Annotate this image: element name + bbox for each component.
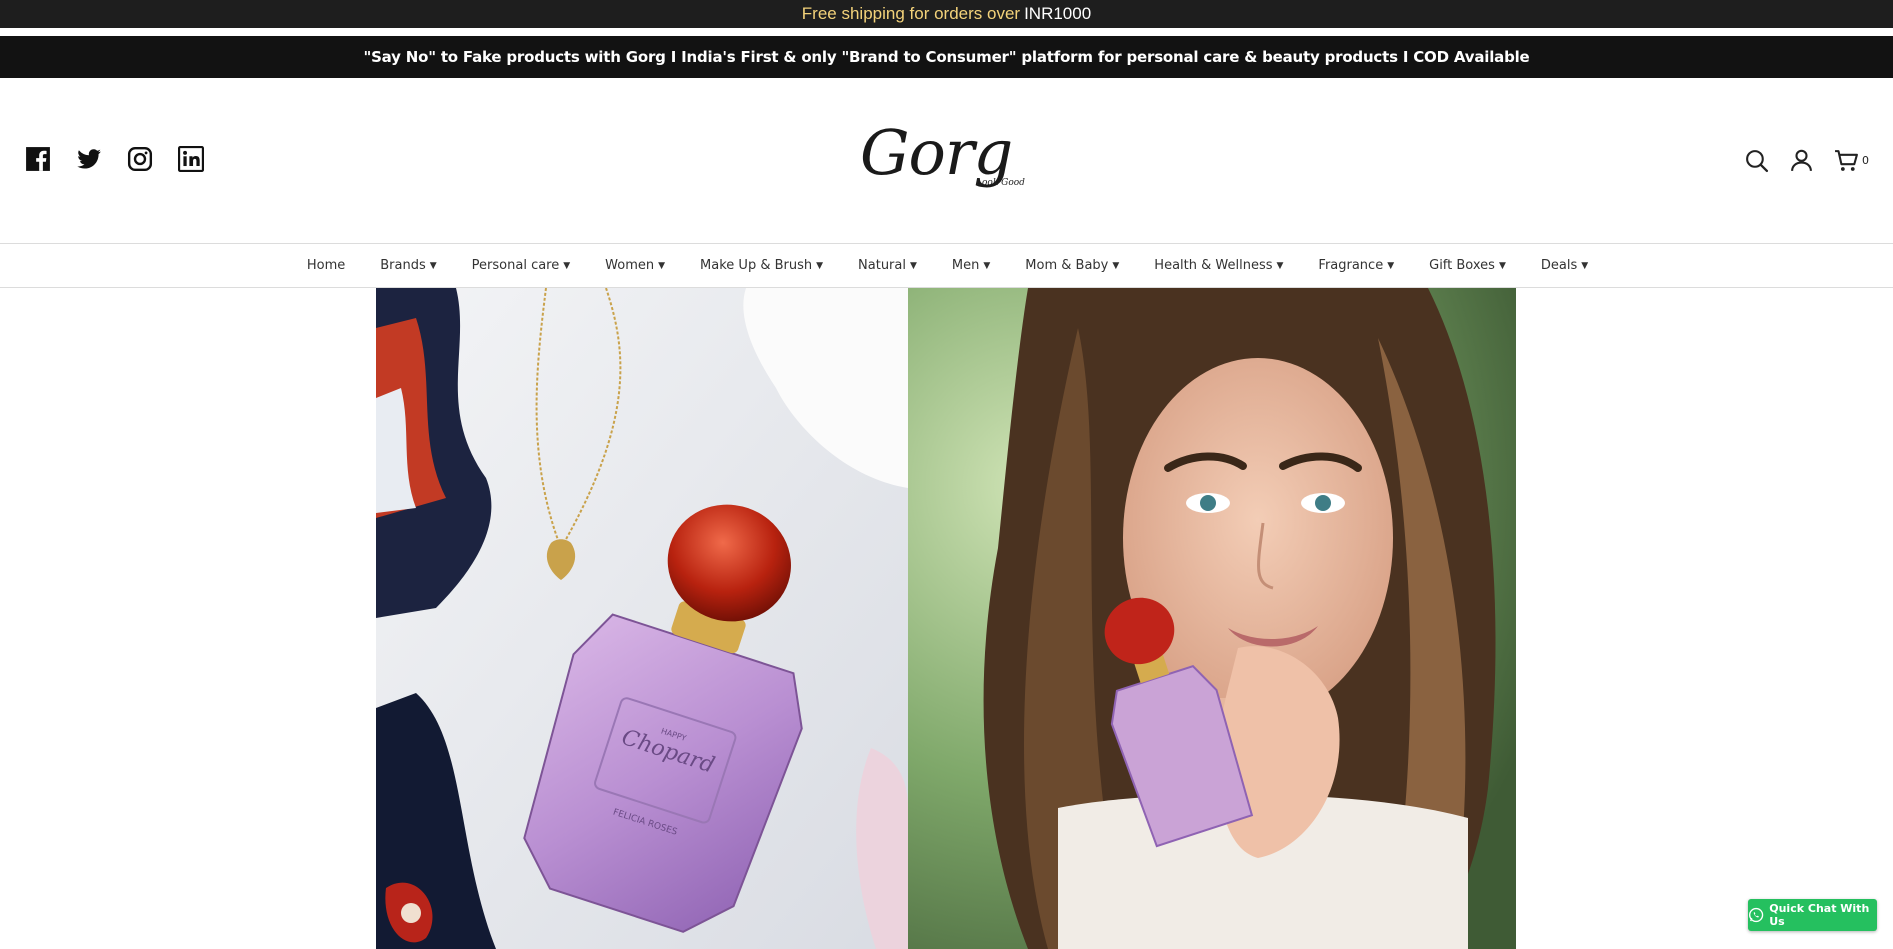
nav-item-home[interactable]: Home (307, 258, 345, 273)
nav-item-label: Deals (1540, 258, 1578, 273)
nav-item-label: Health & Wellness (1154, 258, 1273, 273)
hero-model-image (908, 288, 1516, 949)
caret-down-icon: ▼ (816, 260, 824, 271)
caret-down-icon: ▼ (1498, 260, 1506, 271)
nav-item-deals[interactable]: Deals ▼ (1541, 258, 1588, 273)
caret-down-icon: ▼ (1112, 260, 1120, 271)
nav-item-women[interactable]: Women ▼ (605, 258, 665, 273)
caret-down-icon: ▼ (1387, 260, 1395, 271)
instagram-icon[interactable] (127, 146, 153, 172)
twitter-icon[interactable] (76, 146, 102, 172)
linkedin-icon[interactable] (178, 146, 204, 172)
announcement-bar: "Say No" to Fake products with Gorg I In… (0, 36, 1893, 78)
cart-button[interactable]: 0 (1834, 148, 1869, 173)
quick-chat-label: Quick Chat With Us (1769, 902, 1870, 928)
cart-icon (1835, 150, 1858, 171)
caret-down-icon: ▼ (983, 260, 991, 271)
account-icon[interactable] (1789, 148, 1814, 173)
caret-down-icon: ▼ (563, 260, 571, 271)
nav-item-men[interactable]: Men ▼ (952, 258, 990, 273)
caret-down-icon: ▼ (1581, 260, 1589, 271)
facebook-icon[interactable] (25, 146, 51, 172)
nav-item-label: Men (951, 258, 980, 273)
shipping-amount: INR1000 (1024, 4, 1092, 23)
nav-item-health-wellness[interactable]: Health & Wellness ▼ (1154, 258, 1283, 273)
main-nav: Home Brands ▼ Personal care ▼ Women ▼ Make … (0, 243, 1893, 288)
caret-down-icon: ▼ (429, 260, 437, 271)
quick-chat-button[interactable]: Quick Chat With Us (1748, 899, 1877, 931)
site-header: Gorg Look Good 0 (0, 78, 1893, 243)
social-links (25, 146, 204, 172)
nav-item-label: Natural (858, 258, 906, 273)
nav-item-natural[interactable]: Natural ▼ (858, 258, 917, 273)
nav-item-label: Home (306, 258, 346, 273)
site-logo[interactable]: Gorg Look Good (860, 116, 1030, 206)
nav-item-make-up-brush[interactable]: Make Up & Brush ▼ (700, 258, 823, 273)
announcement-text: "Say No" to Fake products with Gorg I In… (363, 48, 1530, 66)
nav-item-mom-baby[interactable]: Mom & Baby ▼ (1025, 258, 1119, 273)
nav-item-label: Make Up & Brush (700, 258, 813, 273)
nav-item-label: Fragrance (1318, 258, 1384, 273)
hero-banner[interactable]: Chopard HAPPY FELICIA ROSES (376, 288, 1516, 949)
hero-product-image: Chopard HAPPY FELICIA ROSES (376, 288, 908, 949)
nav-item-gift-boxes[interactable]: Gift Boxes ▼ (1429, 258, 1506, 273)
nav-item-label: Personal care (471, 258, 560, 273)
nav-item-brands[interactable]: Brands ▼ (380, 258, 436, 273)
search-icon[interactable] (1744, 148, 1769, 173)
nav-item-personal-care[interactable]: Personal care ▼ (472, 258, 571, 273)
caret-down-icon: ▼ (1276, 260, 1284, 271)
shipping-bar: Free shipping for orders over INR1000 (0, 0, 1893, 28)
nav-item-label: Women (605, 258, 655, 273)
cart-count: 0 (1862, 154, 1869, 167)
nav-item-label: Brands (380, 258, 426, 273)
nav-item-label: Mom & Baby (1025, 258, 1109, 273)
whatsapp-icon (1749, 907, 1764, 923)
shipping-text: Free shipping for orders over (801, 4, 1021, 23)
header-tools: 0 (1744, 148, 1869, 173)
nav-item-label: Gift Boxes (1429, 258, 1495, 273)
caret-down-icon: ▼ (909, 260, 917, 271)
logo-tagline: Look Good (976, 178, 1025, 188)
nav-item-fragrance[interactable]: Fragrance ▼ (1318, 258, 1394, 273)
caret-down-icon: ▼ (658, 260, 666, 271)
